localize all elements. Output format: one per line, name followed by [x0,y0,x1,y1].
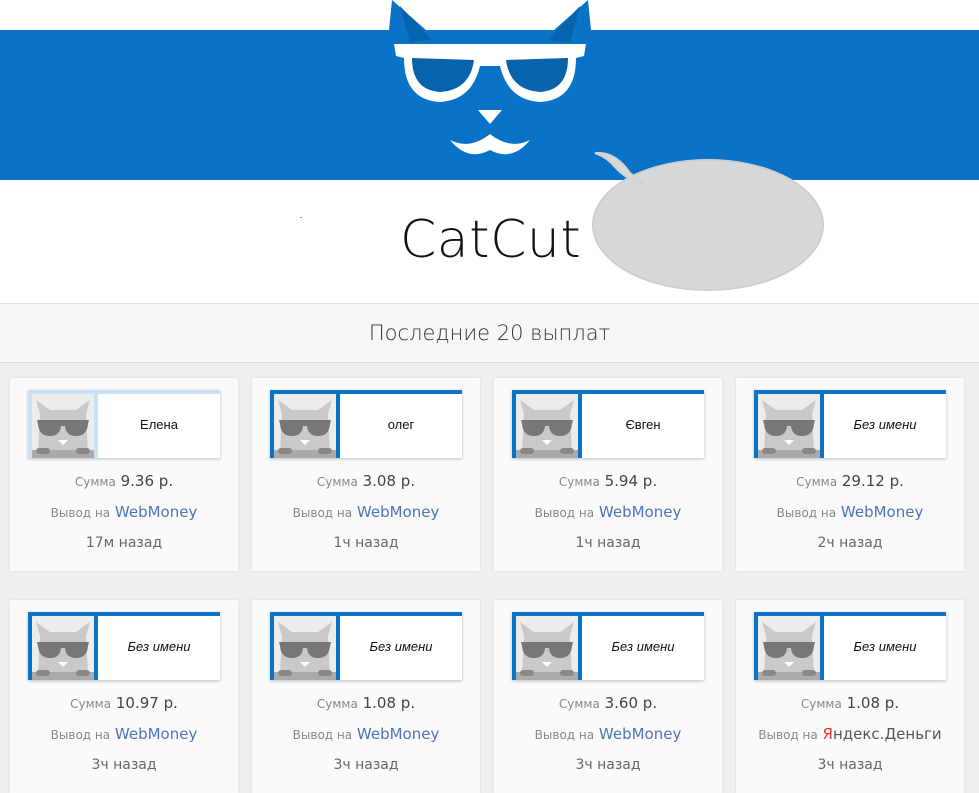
brand-title[interactable]: CatCut [400,210,581,270]
payout-user-box: Євген [512,390,704,458]
payout-method-first-letter[interactable]: Я [823,725,833,743]
cat-avatar-icon [516,616,582,680]
payout-method-line: Вывод на Яндекс.Деньги [736,725,964,743]
payout-method-link[interactable]: WebMoney [599,503,681,521]
cat-avatar-icon [32,616,98,680]
withdraw-label: Вывод на [50,506,111,520]
payout-card: Без имени Сумма 10.97 р. Вывод на WebMoney… [10,600,238,793]
payout-card: Без имени Сумма 3.60 р. Вывод на WebMoney 3… [494,600,722,793]
payout-method-line: Вывод на WebMoney [252,503,480,521]
payout-user-box: олег [270,390,462,458]
cat-avatar-icon [516,394,582,458]
payout-amount-line: Сумма 5.94 р. [494,472,722,490]
payout-method-line: Вывод на WebMoney [252,725,480,743]
payout-card: Без имени Сумма 29.12 р. Вывод на WebMoney… [736,378,964,571]
payout-method-link[interactable]: WebMoney [115,725,197,743]
cat-avatar-icon [758,616,824,680]
payout-amount: 5.94 р. [604,472,658,490]
withdraw-label: Вывод на [292,728,353,742]
payout-user-name: Без имени [127,639,191,654]
payout-card: Без имени Сумма 1.08 р. Вывод на WebMoney 3… [252,600,480,793]
payout-user-box: Без имени [512,612,704,680]
payout-card: Без имени Сумма 1.08 р. Вывод на Яндекс.Де… [736,600,964,793]
payout-method-link[interactable]: WebMoney [841,503,923,521]
payout-method-link[interactable]: WebMoney [599,725,681,743]
payout-user-box: Без имени [754,612,946,680]
payout-amount: 3.08 р. [362,472,416,490]
payout-amount: 29.12 р. [841,472,904,490]
payout-user-box: Без имени [754,390,946,458]
payout-card: Євген Сумма 5.94 р. Вывод на WebMoney 1ч на… [494,378,722,571]
payout-amount: 10.97 р. [115,694,178,712]
withdraw-label: Вывод на [292,506,353,520]
payout-time: 2ч назад [817,535,883,551]
sum-label: Сумма [558,697,600,711]
cat-logo-icon[interactable] [380,0,600,170]
payout-amount-line: Сумма 3.60 р. [494,694,722,712]
payout-amount-line: Сумма 3.08 р. [252,472,480,490]
payout-method-rest[interactable]: ндекс.Деньги [833,725,942,743]
payout-time: 3ч назад [333,757,399,773]
payout-time: 1ч назад [575,535,641,551]
sum-label: Сумма [74,475,116,489]
withdraw-label: Вывод на [534,728,595,742]
payout-user-box: Елена [28,390,220,458]
payout-method-line: Вывод на WebMoney [10,725,238,743]
withdraw-label: Вывод на [776,506,837,520]
payout-user-name: Без имени [369,639,433,654]
payout-amount-line: Сумма 9.36 р. [10,472,238,490]
withdraw-label: Вывод на [50,728,111,742]
payout-time: 1ч назад [333,535,399,551]
payout-card: Елена Сумма 9.36 р. Вывод на WebMoney 17м н… [10,378,238,571]
cat-avatar-icon [274,394,340,458]
payout-user-name: Євген [625,417,661,432]
payout-amount: 1.08 р. [846,694,900,712]
payout-method-line: Вывод на WebMoney [10,503,238,521]
payouts-grid: Елена Сумма 9.36 р. Вывод на WebMoney 17м н… [0,361,979,793]
payout-method-line: Вывод на WebMoney [494,503,722,521]
withdraw-label: Вывод на [758,728,818,742]
cat-avatar-icon [758,394,824,458]
payout-amount-line: Сумма 1.08 р. [736,694,964,712]
decorative-dot [300,217,302,218]
sum-label: Сумма [316,475,358,489]
payout-method-line: Вывод на WebMoney [736,503,964,521]
cat-avatar-icon [274,616,340,680]
sum-label: Сумма [316,697,358,711]
payout-amount-line: Сумма 1.08 р. [252,694,480,712]
payout-user-name: Без имени [853,639,917,654]
payout-user-name: Без имени [611,639,675,654]
payout-user-name: олег [387,417,415,432]
payout-method-link[interactable]: WebMoney [357,725,439,743]
cat-avatar-icon [32,394,98,458]
sum-label: Сумма [70,697,112,711]
payout-time: 3ч назад [91,757,157,773]
payout-user-box: Без имени [270,612,462,680]
withdraw-label: Вывод на [534,506,595,520]
payout-time: 3ч назад [575,757,641,773]
payout-method-line: Вывод на WebMoney [494,725,722,743]
payout-user-name: Елена [140,417,178,432]
payout-amount-line: Сумма 10.97 р. [10,694,238,712]
payout-amount: 9.36 р. [120,472,174,490]
section-title: Последние 20 выплат [368,321,611,345]
payout-amount: 3.60 р. [604,694,658,712]
sum-label: Сумма [558,475,600,489]
site-header: CatCut [0,0,979,303]
payout-amount-line: Сумма 29.12 р. [736,472,964,490]
section-header: Последние 20 выплат [0,303,979,363]
payout-user-name: Без имени [853,417,917,432]
payout-method-link[interactable]: WebMoney [115,503,197,521]
payout-user-box: Без имени [28,612,220,680]
payout-time: 3ч назад [817,757,883,773]
sum-label: Сумма [796,475,838,489]
speech-bubble-icon [592,151,824,291]
payout-time: 17м назад [85,535,163,551]
payout-method-link[interactable]: WebMoney [357,503,439,521]
payout-amount: 1.08 р. [362,694,416,712]
sum-label: Сумма [800,697,842,711]
payout-card: олег Сумма 3.08 р. Вывод на WebMoney 1ч наз… [252,378,480,571]
